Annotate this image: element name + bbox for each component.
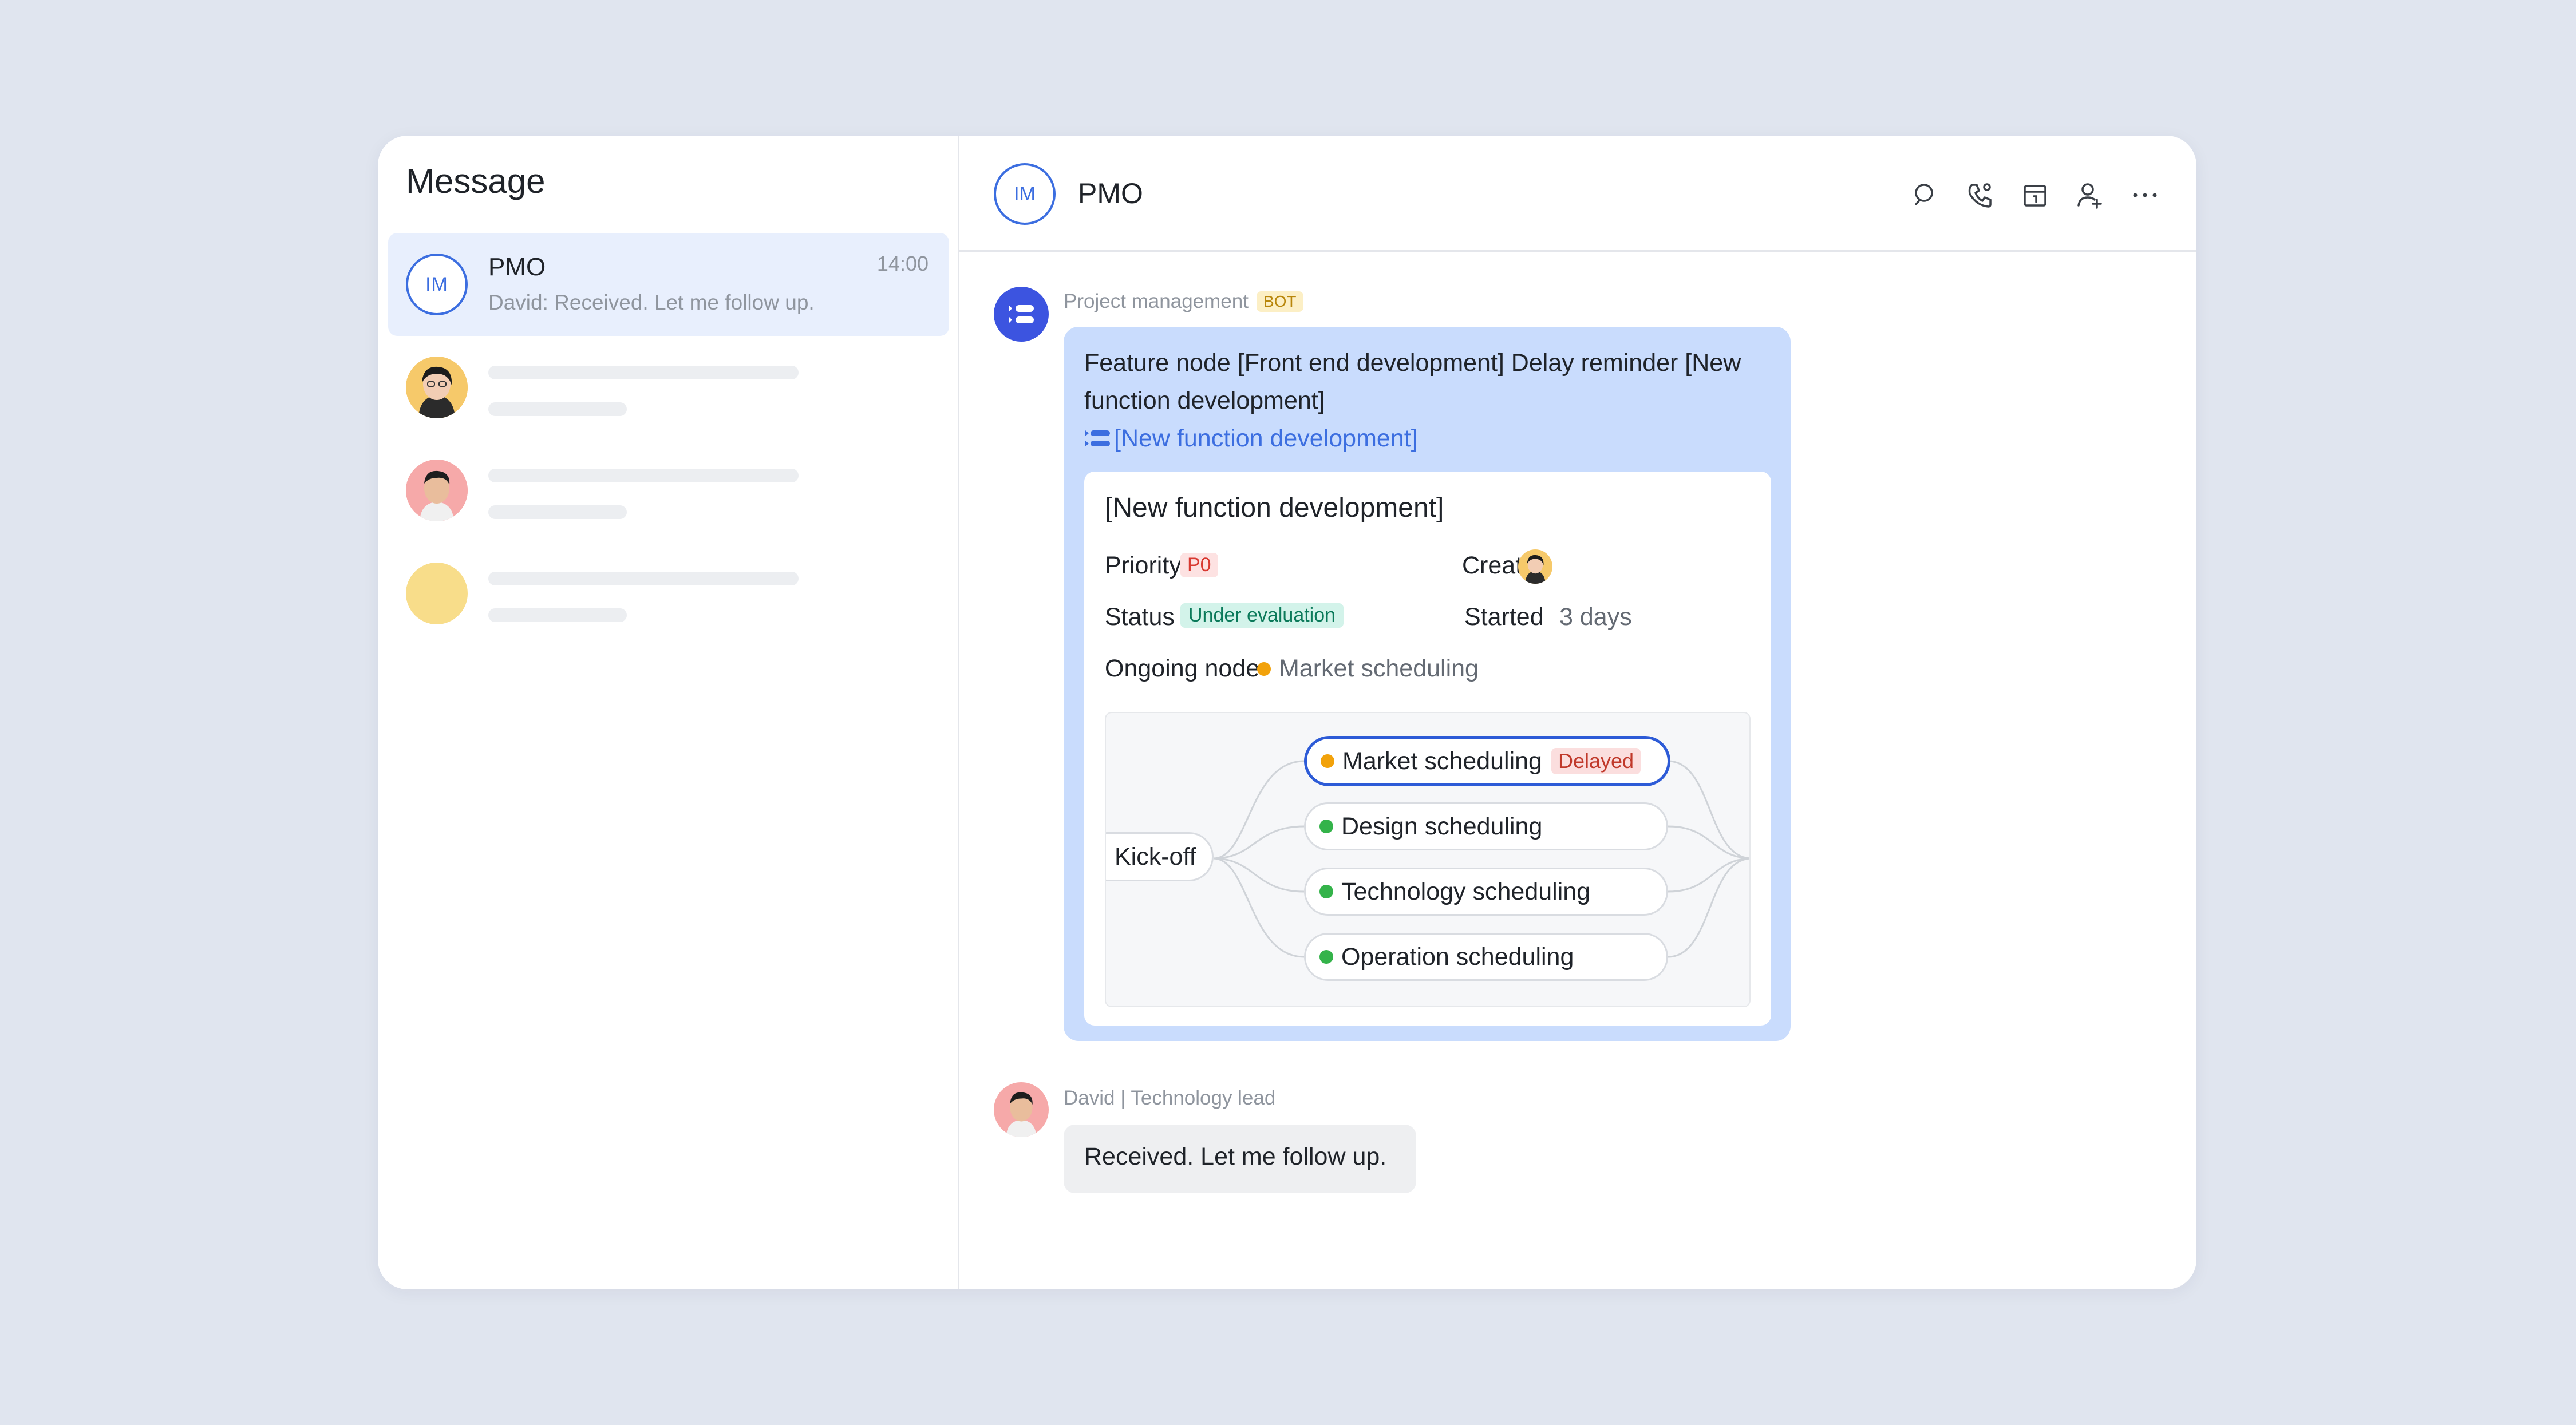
calendar-icon[interactable]: [2020, 180, 2050, 210]
flow-node-kickoff[interactable]: Kick-off: [1106, 832, 1214, 881]
group-avatar: IM: [406, 254, 468, 315]
task-icon: [1085, 430, 1110, 446]
started-value: 3 days: [1559, 603, 1632, 631]
flow-node-technology[interactable]: Technology scheduling: [1304, 868, 1668, 916]
chat-title: PMO: [1078, 177, 1143, 209]
task-card[interactable]: [New function development] Priority P0 C…: [1084, 472, 1771, 1026]
conversation-item-placeholder[interactable]: [388, 542, 949, 645]
flow-node-label: Market scheduling: [1342, 747, 1542, 775]
creator-avatar[interactable]: [1518, 549, 1552, 584]
sidebar-title: Message: [406, 162, 546, 200]
search-icon[interactable]: [1910, 180, 1940, 210]
sender-name: Project management: [1064, 290, 1249, 312]
flow-node-label: Design scheduling: [1341, 812, 1543, 840]
bot-message-bubble: Feature node [Front end development] Del…: [1064, 327, 1791, 1041]
ongoing-node-label: Ongoing node: [1105, 655, 1260, 682]
more-icon[interactable]: [2130, 180, 2160, 210]
app-window: Message IM PMO 14:00 David: Received. Le…: [378, 136, 2196, 1289]
avatar: [406, 357, 468, 418]
bot-badge: BOT: [1256, 291, 1303, 312]
task-link[interactable]: [New function development]: [1084, 419, 1418, 457]
placeholder-line: [488, 469, 799, 482]
flow-node-label: Technology scheduling: [1341, 877, 1591, 905]
phone-icon[interactable]: [1965, 180, 1995, 210]
avatar: [406, 460, 468, 521]
flow-node-operation[interactable]: Operation scheduling: [1304, 933, 1668, 981]
flow-node-design[interactable]: Design scheduling: [1304, 802, 1668, 850]
flow-diagram: Kick-off Market scheduling Delayed Desig…: [1105, 712, 1751, 1007]
chat-panel: IM PMO Project management BOT Feature no…: [959, 136, 2196, 1289]
placeholder-line: [488, 402, 627, 416]
status-badge: Under evaluation: [1180, 603, 1344, 628]
conversation-item-pmo[interactable]: IM PMO 14:00 David: Received. Let me fol…: [388, 233, 949, 336]
chat-header: IM PMO: [959, 136, 2196, 252]
conversation-item-placeholder[interactable]: [388, 336, 949, 439]
priority-badge: P0: [1180, 553, 1218, 577]
ongoing-node-value: Market scheduling: [1257, 655, 1479, 683]
reply-sender: David | Technology lead: [1064, 1087, 1276, 1109]
placeholder-line: [488, 366, 799, 379]
sender-avatar[interactable]: [994, 1082, 1049, 1137]
message-text: Feature node [Front end development] Del…: [1084, 349, 1741, 414]
status-dot: [1321, 754, 1334, 768]
flow-node-market[interactable]: Market scheduling Delayed: [1304, 736, 1670, 786]
status-dot: [1319, 820, 1333, 833]
placeholder-line: [488, 608, 627, 622]
bot-avatar[interactable]: [994, 287, 1049, 342]
priority-label: Priority: [1105, 552, 1182, 579]
delayed-badge: Delayed: [1551, 748, 1641, 774]
reply-message-bubble: Received. Let me follow up.: [1064, 1125, 1416, 1193]
group-avatar: IM: [994, 163, 1056, 225]
status-label: Status: [1105, 603, 1175, 631]
card-title: [New function development]: [1105, 493, 1444, 523]
message-text: Received. Let me follow up.: [1084, 1143, 1387, 1170]
conversation-preview: David: Received. Let me follow up.: [488, 291, 815, 314]
bot-sender: Project management BOT: [1064, 290, 1303, 313]
status-dot: [1319, 885, 1333, 898]
conversation-sidebar: Message IM PMO 14:00 David: Received. Le…: [378, 136, 959, 1289]
avatar: [406, 563, 468, 624]
conversation-time: 14:00: [876, 252, 929, 275]
placeholder-line: [488, 505, 627, 519]
status-dot: [1319, 950, 1333, 964]
add-member-icon[interactable]: [2075, 180, 2105, 210]
status-dot: [1257, 662, 1271, 676]
conversation-item-placeholder[interactable]: [388, 439, 949, 542]
conversation-name: PMO: [488, 253, 546, 281]
task-link-text: [New function development]: [1114, 425, 1418, 452]
placeholder-line: [488, 572, 799, 585]
started-label: Started: [1464, 603, 1544, 631]
flow-node-label: Operation scheduling: [1341, 943, 1574, 971]
ongoing-node-text: Market scheduling: [1279, 655, 1479, 682]
